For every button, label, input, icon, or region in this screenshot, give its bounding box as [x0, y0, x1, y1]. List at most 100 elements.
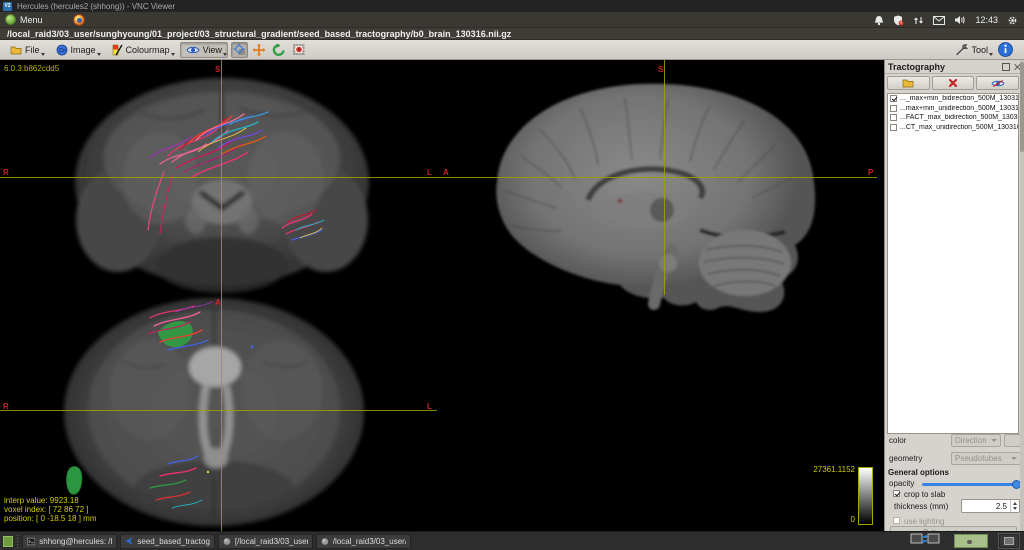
- tractography-panel-title: Tractography: [888, 61, 946, 72]
- tract-visible-checkbox[interactable]: [890, 114, 897, 122]
- volume-icon[interactable]: [954, 15, 966, 25]
- info-icon: [998, 42, 1013, 57]
- thickness-spinbox[interactable]: 2.5: [961, 499, 1020, 513]
- info-button[interactable]: [997, 42, 1014, 58]
- taskbar-item-label: [/local_raid3/03_user/...: [234, 536, 308, 546]
- clock[interactable]: 12:43: [975, 15, 998, 25]
- system-tray: 12:43: [874, 12, 1024, 28]
- geometry-select: Pseudotubes: [951, 452, 1021, 465]
- colorbar-max-value: 27361.1152: [813, 465, 855, 474]
- taskbar-item-label: /local_raid3/03_user/s...: [332, 536, 406, 546]
- main-viewport[interactable]: 6.0.3:b862cdd5 interp value: 9923.18 vox…: [0, 60, 884, 531]
- tract-visible-checkbox[interactable]: [890, 123, 897, 131]
- orientation-label-axial-left: R: [3, 402, 9, 411]
- rotate-icon: [273, 43, 286, 56]
- orientation-label-coronal-top: S: [215, 65, 221, 74]
- image-button[interactable]: Image: [50, 42, 102, 58]
- dropdown-arrow-icon: [96, 52, 101, 56]
- color-label: color: [889, 436, 907, 445]
- close-tracks-icon: [948, 78, 958, 88]
- orientation-label-coronal-right: L: [427, 168, 432, 177]
- cursor-status-block: interp value: 9923.18 voxel index: [ 72 …: [4, 496, 97, 523]
- menu-button[interactable]: Menu: [0, 12, 51, 27]
- taskbar-item-window3[interactable]: [/local_raid3/03_user/...: [218, 533, 313, 549]
- gear-icon[interactable]: [1007, 15, 1018, 26]
- screen: V2 Hercules (hercules2 (shhong)) - VNC V…: [0, 0, 1024, 550]
- mri-scene: [0, 60, 877, 531]
- geometry-label: geometry: [889, 454, 923, 463]
- tract-file-name: ...FACT_max_bidirection_500M_130316.tck: [900, 114, 1018, 122]
- orientation-label-sagittal-left: A: [443, 168, 449, 177]
- hide-tracks-button[interactable]: [976, 76, 1020, 90]
- taskbar: shhong@hercules: /loc... seed_based_trac…: [0, 531, 1024, 550]
- view-button[interactable]: View: [179, 41, 228, 58]
- hide-tracks-icon: [991, 79, 1005, 87]
- chevron-down-icon: [991, 439, 997, 442]
- move-mode-button[interactable]: [251, 42, 268, 58]
- thickness-value: 2.5: [995, 501, 1007, 511]
- panel-scrollbar[interactable]: [1020, 60, 1024, 531]
- focus-mode-button[interactable]: [230, 41, 248, 58]
- folder-icon: [10, 46, 22, 54]
- crop-to-slab-checkbox[interactable]: [893, 490, 900, 497]
- color-mode-value: Direction: [955, 436, 987, 445]
- wrench-icon: [956, 43, 969, 55]
- terminal-icon: [27, 537, 36, 545]
- bell-icon[interactable]: [874, 15, 884, 26]
- colourmap-button-label: Colourmap: [125, 44, 170, 55]
- tool-button[interactable]: Tool: [949, 42, 994, 58]
- show-desktop-button[interactable]: [998, 533, 1020, 549]
- color-mode-select: Direction: [951, 434, 1001, 447]
- dropdown-arrow-icon: [222, 52, 227, 56]
- tract-visible-checkbox[interactable]: [890, 95, 897, 103]
- tract-file-row[interactable]: ..._max+min_bidirection_500M_130316.tck: [888, 94, 1018, 104]
- mail-icon[interactable]: [933, 15, 946, 25]
- tract-file-row[interactable]: ...FACT_max_bidirection_500M_130316.tck: [888, 113, 1018, 123]
- tract-file-list[interactable]: ..._max+min_bidirection_500M_130316.tck …: [887, 93, 1019, 434]
- taskbar-item-label: shhong@hercules: /loc...: [39, 536, 112, 546]
- taskbar-item-label: seed_based_tractogra...: [137, 536, 210, 546]
- intensity-colorbar: [858, 467, 873, 525]
- voxel-info-button[interactable]: [291, 42, 308, 58]
- tract-file-row[interactable]: ...max+min_unidirection_500M_130316.tck: [888, 104, 1018, 114]
- panel-float-icon[interactable]: [1002, 62, 1010, 71]
- colourmap-icon: [112, 44, 123, 55]
- open-tracks-icon: [902, 79, 914, 88]
- tract-visible-checkbox[interactable]: [890, 104, 897, 112]
- tool-button-label: Tool: [971, 44, 988, 55]
- workspace-pager[interactable]: [954, 534, 988, 548]
- orientation-label-sagittal-top: S: [658, 65, 664, 74]
- tract-file-name: ...CT_max_unidirection_500M_130316.tck: [900, 123, 1018, 131]
- taskbar-item-filemanager[interactable]: seed_based_tractogra...: [120, 533, 215, 549]
- taskbar-item-window4[interactable]: /local_raid3/03_user/s...: [316, 533, 411, 549]
- spinbox-arrows-icon[interactable]: [1010, 500, 1019, 512]
- rotate-mode-button[interactable]: [271, 42, 288, 58]
- shield-alert-icon[interactable]: [893, 15, 904, 26]
- firefox-icon[interactable]: [72, 13, 85, 26]
- orientation-label-axial-right: L: [427, 402, 432, 411]
- menu-label: Menu: [20, 14, 43, 25]
- window-titlebar: /local_raid3/03_user/sunghyoung/01_proje…: [0, 28, 1024, 40]
- tractography-panel-header: Tractography: [885, 60, 1024, 74]
- file-button[interactable]: File: [4, 42, 46, 58]
- colorbar-min-value: 0: [850, 515, 855, 524]
- color-row: color Direction: [885, 434, 1024, 448]
- opacity-slider[interactable]: [922, 480, 1021, 489]
- interp-value-text: interp value: 9923.18: [4, 496, 79, 505]
- thickness-row: thickness (mm) 2.5: [885, 498, 1024, 514]
- taskbar-item-terminal[interactable]: shhong@hercules: /loc...: [22, 533, 117, 549]
- network-updown-icon[interactable]: [913, 15, 924, 26]
- geometry-row: geometry Pseudotubes: [885, 452, 1024, 466]
- workspace-indicator[interactable]: [3, 535, 13, 547]
- move-arrows-icon: [252, 43, 266, 56]
- geometry-value: Pseudotubes: [955, 454, 1002, 463]
- tract-file-row[interactable]: ...CT_max_unidirection_500M_130316.tck: [888, 123, 1018, 133]
- colourmap-button[interactable]: Colourmap: [106, 42, 176, 58]
- open-tracks-button[interactable]: [887, 76, 930, 90]
- blue-app-icon: [125, 537, 133, 545]
- eye-icon: [185, 46, 200, 53]
- sagittal-slice: [496, 83, 816, 312]
- window-switcher-icon[interactable]: [910, 532, 940, 550]
- open-file-path: /local_raid3/03_user/sunghyoung/01_proje…: [7, 28, 512, 39]
- close-tracks-button[interactable]: [931, 76, 975, 90]
